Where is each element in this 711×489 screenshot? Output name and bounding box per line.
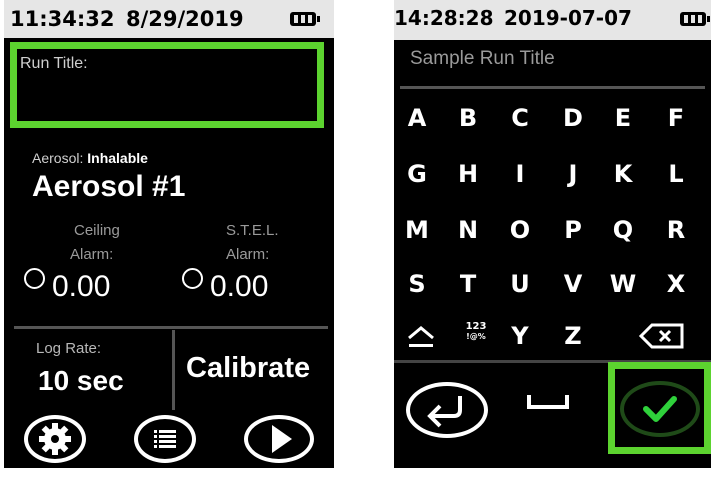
log-rate-label: Log Rate: bbox=[36, 340, 102, 357]
key-r[interactable]: R bbox=[656, 216, 696, 244]
gear-icon bbox=[39, 423, 71, 455]
check-icon bbox=[643, 396, 677, 422]
battery-icon bbox=[680, 12, 710, 26]
enter-button[interactable] bbox=[406, 382, 488, 438]
key-b[interactable]: B bbox=[448, 104, 488, 132]
key-a[interactable]: A bbox=[397, 104, 437, 132]
enter-icon bbox=[427, 396, 462, 428]
calibrate-button[interactable]: Calibrate bbox=[186, 352, 310, 385]
aerosol-type: Inhalable bbox=[87, 150, 148, 166]
key-n[interactable]: N bbox=[448, 216, 488, 244]
status-bar: 11:34:32 8/29/2019 bbox=[4, 0, 334, 38]
key-h[interactable]: H bbox=[448, 160, 488, 188]
status-time: 11:34:32 bbox=[10, 7, 115, 31]
key-q[interactable]: Q bbox=[603, 216, 643, 244]
status-bar: 14:28:28 2019-07-07 bbox=[394, 0, 711, 40]
divider bbox=[400, 86, 705, 89]
key-u[interactable]: U bbox=[500, 270, 540, 298]
key-g[interactable]: G bbox=[397, 160, 437, 188]
key-x[interactable]: X bbox=[656, 270, 696, 298]
ceiling-alarm-label: Alarm: bbox=[70, 246, 114, 263]
key-l[interactable]: L bbox=[656, 160, 696, 188]
key-y[interactable]: Y bbox=[500, 322, 540, 350]
space-icon[interactable] bbox=[527, 395, 569, 409]
key-v[interactable]: V bbox=[553, 270, 593, 298]
status-time: 14:28:28 bbox=[394, 6, 494, 30]
battery-icon bbox=[290, 12, 320, 26]
log-rate-value[interactable]: 10 sec bbox=[38, 365, 124, 397]
key-f[interactable]: F bbox=[656, 104, 696, 132]
menu-button[interactable] bbox=[134, 415, 196, 463]
divider bbox=[14, 326, 328, 329]
key-t[interactable]: T bbox=[448, 270, 488, 298]
key-p[interactable]: P bbox=[553, 216, 593, 244]
key-j[interactable]: J bbox=[553, 160, 593, 188]
title-input[interactable]: Sample Run Title bbox=[410, 48, 555, 70]
ceiling-alarm-toggle[interactable] bbox=[24, 268, 45, 289]
key-i[interactable]: I bbox=[500, 160, 540, 188]
key-o[interactable]: O bbox=[500, 216, 540, 244]
stel-alarm-toggle[interactable] bbox=[182, 268, 203, 289]
play-icon bbox=[272, 425, 292, 453]
list-icon bbox=[154, 430, 176, 448]
backspace-icon[interactable] bbox=[638, 322, 686, 350]
right-device-screen: 14:28:28 2019-07-07 Sample Run Title A B… bbox=[394, 0, 711, 468]
confirm-button[interactable] bbox=[620, 381, 700, 437]
key-e[interactable]: E bbox=[603, 104, 643, 132]
symbols-key[interactable]: 123 !@% bbox=[458, 322, 494, 342]
left-device-screen: 11:34:32 8/29/2019 Run Title: Aerosol: I… bbox=[4, 0, 334, 468]
settings-button[interactable] bbox=[24, 415, 86, 463]
stel-alarm-value[interactable]: 0.00 bbox=[210, 270, 268, 304]
key-z[interactable]: Z bbox=[553, 322, 593, 350]
ceiling-alarm-value[interactable]: 0.00 bbox=[52, 270, 110, 304]
shift-icon[interactable] bbox=[406, 324, 436, 350]
run-title-label: Run Title: bbox=[20, 55, 88, 72]
stel-alarm-title: S.T.E.L. bbox=[226, 222, 279, 239]
status-date: 2019-07-07 bbox=[504, 6, 632, 30]
stel-alarm-label: Alarm: bbox=[226, 246, 270, 263]
run-button[interactable] bbox=[244, 415, 314, 463]
key-w[interactable]: W bbox=[603, 270, 643, 298]
divider bbox=[172, 330, 175, 410]
aerosol-name[interactable]: Aerosol #1 bbox=[32, 170, 185, 204]
key-k[interactable]: K bbox=[603, 160, 643, 188]
key-s[interactable]: S bbox=[397, 270, 437, 298]
aerosol-label: Aerosol: Inhalable bbox=[32, 150, 148, 166]
key-d[interactable]: D bbox=[553, 104, 593, 132]
key-m[interactable]: M bbox=[397, 216, 437, 244]
key-c[interactable]: C bbox=[500, 104, 540, 132]
ceiling-alarm-title: Ceiling bbox=[74, 222, 120, 239]
status-date: 8/29/2019 bbox=[126, 7, 244, 31]
